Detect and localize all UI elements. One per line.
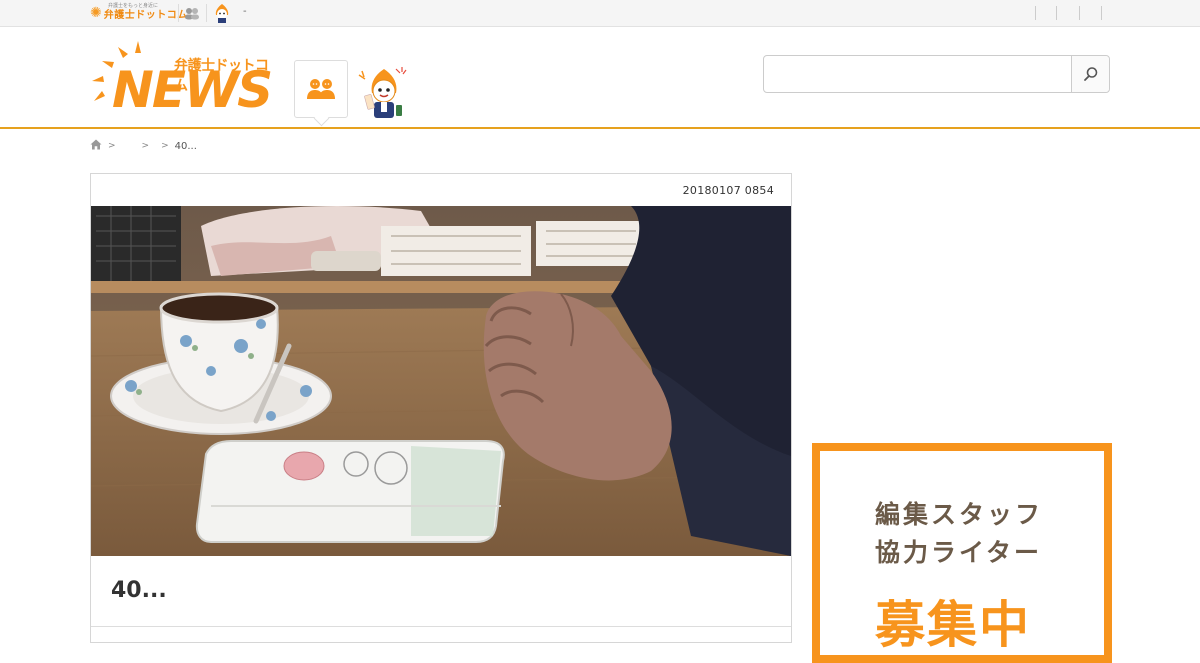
article-title[interactable]: 40... bbox=[111, 578, 167, 603]
banner-headline: 募集中 bbox=[875, 596, 1031, 654]
article-date: 20180107 0854 bbox=[682, 184, 774, 197]
search-input[interactable] bbox=[764, 56, 1071, 92]
people-button[interactable] bbox=[294, 60, 348, 118]
search-button[interactable] bbox=[1071, 56, 1109, 92]
topbar-divider bbox=[1079, 6, 1080, 20]
divider bbox=[91, 626, 791, 627]
sun-icon: ✺ bbox=[90, 5, 102, 21]
topbar-divider bbox=[1101, 6, 1102, 20]
chevron-right-icon: > bbox=[141, 141, 150, 151]
site-logo[interactable]: 弁護士ドットコム NEWS bbox=[90, 39, 280, 119]
topbar-divider bbox=[1035, 6, 1036, 20]
chevron-right-icon: > bbox=[108, 141, 116, 151]
breadcrumb: > > > 40... bbox=[90, 138, 197, 154]
home-icon[interactable] bbox=[90, 139, 102, 153]
article-photo[interactable] bbox=[91, 206, 791, 556]
logo-news: NEWS bbox=[112, 61, 273, 119]
mascot-icon[interactable] bbox=[356, 65, 412, 121]
chevron-right-icon: > bbox=[161, 141, 169, 151]
banner-line1: 編集スタッフ bbox=[875, 500, 1044, 529]
article-card: 20180107 0854 40... bbox=[90, 173, 792, 643]
people-icon bbox=[307, 79, 335, 99]
site-header: 弁護士ドットコム NEWS bbox=[0, 27, 1200, 129]
topbar-logo-tagline: 弁護士をもっと身近に bbox=[108, 3, 159, 9]
topbar-divider bbox=[1056, 6, 1057, 20]
topbar-text: - bbox=[243, 6, 247, 17]
topbar-divider bbox=[178, 4, 179, 22]
people-icon[interactable] bbox=[184, 6, 200, 20]
topbar-divider bbox=[206, 4, 207, 22]
top-utility-bar: ✺ 弁護士ドットコム 弁護士をもっと身近に - bbox=[0, 0, 1200, 27]
banner-line2: 協力ライター bbox=[875, 538, 1043, 567]
search-bar bbox=[763, 55, 1110, 93]
breadcrumb-current: 40... bbox=[174, 140, 197, 152]
search-icon bbox=[1083, 67, 1097, 81]
mascot-icon[interactable] bbox=[212, 3, 232, 23]
recruit-banner[interactable]: 編集スタッフ 協力ライター 募集中 bbox=[812, 443, 1112, 663]
topbar-logo-link[interactable]: ✺ 弁護士ドットコム 弁護士をもっと身近に bbox=[90, 3, 188, 23]
